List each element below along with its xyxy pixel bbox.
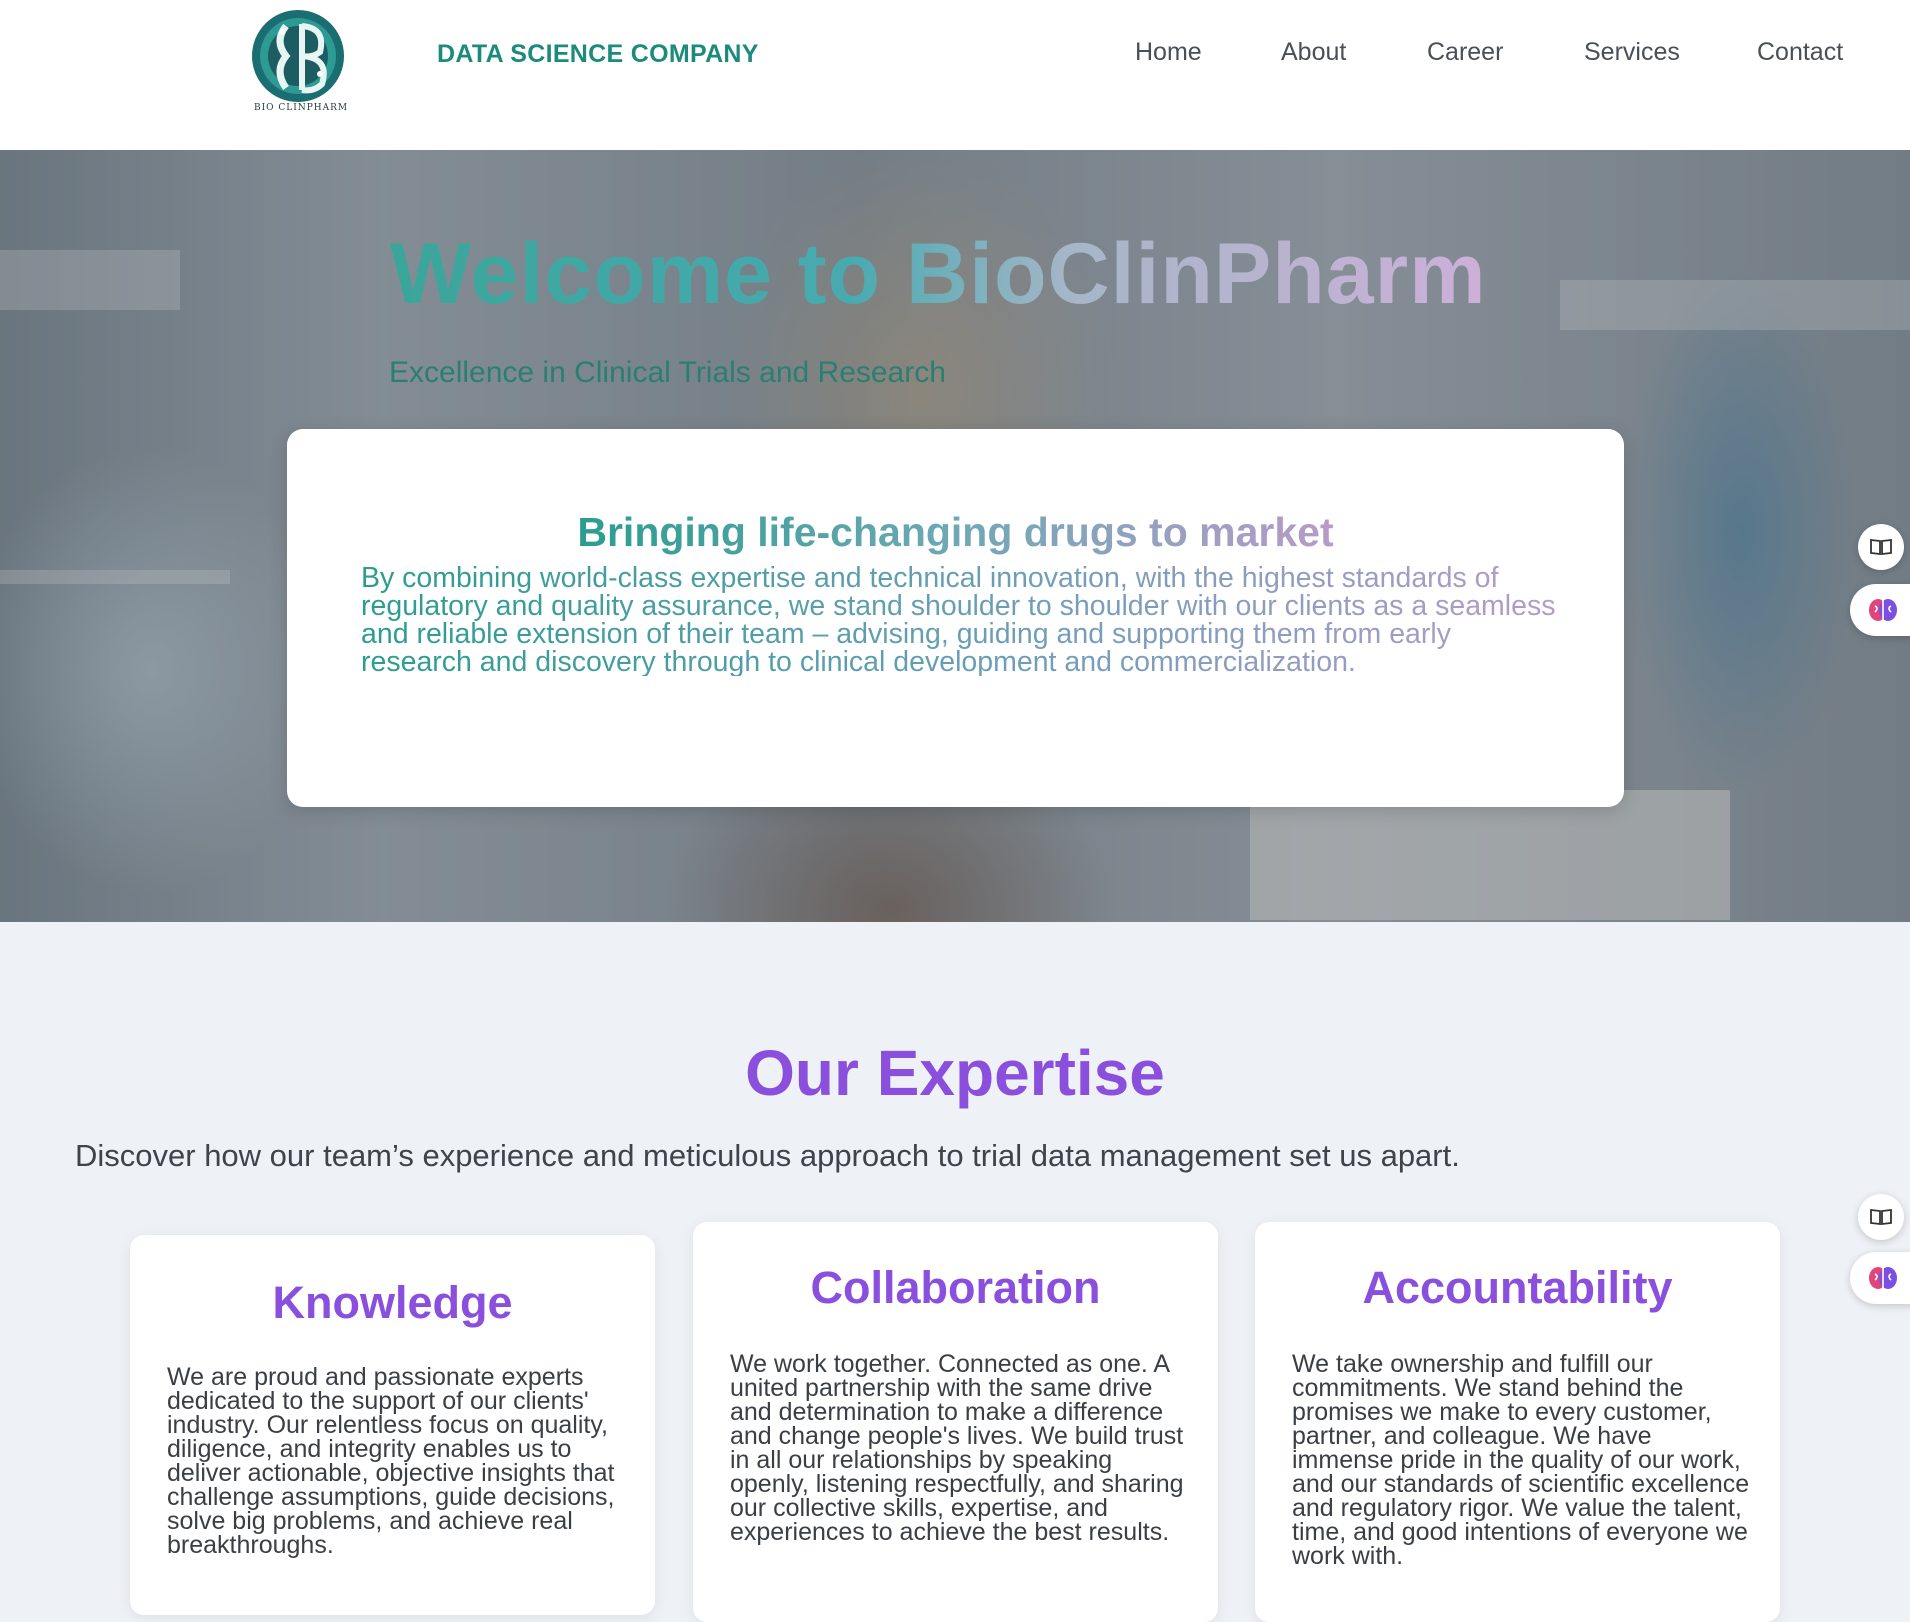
card-text: We work together. Connected as one. A un… xyxy=(730,1350,1184,1546)
book-icon xyxy=(1870,1208,1892,1226)
brain-icon xyxy=(1869,599,1897,621)
hero-title: Welcome to BioClinPharm xyxy=(390,226,1487,322)
nav-about[interactable]: About xyxy=(1281,38,1346,67)
company-name: DATA SCIENCE COMPANY xyxy=(437,40,759,68)
brain-icon xyxy=(1869,1267,1897,1289)
company-logo[interactable]: BIO CLINPHARM xyxy=(246,6,356,116)
expertise-card-accountability: Accountability We take ownership and ful… xyxy=(1255,1222,1780,1622)
card-text: We take ownership and fulfill our commit… xyxy=(1292,1350,1750,1570)
ai-assistant-button[interactable] xyxy=(1850,584,1910,636)
expertise-card-knowledge: Knowledge We are proud and passionate ex… xyxy=(130,1235,655,1615)
mission-card: Bringing life-changing drugs to market B… xyxy=(287,429,1624,807)
reader-widget-button[interactable] xyxy=(1858,1194,1904,1240)
expertise-card-collaboration: Collaboration We work together. Connecte… xyxy=(693,1222,1218,1622)
nav-services[interactable]: Services xyxy=(1584,38,1680,67)
reader-widget-button[interactable] xyxy=(1858,524,1904,570)
nav-home[interactable]: Home xyxy=(1135,38,1202,67)
book-icon xyxy=(1870,538,1892,556)
mission-body: By combining world-class expertise and t… xyxy=(361,564,1561,677)
card-title: Collaboration xyxy=(810,1262,1101,1313)
expertise-section: Our Expertise Discover how our team’s ex… xyxy=(0,922,1910,1622)
card-title: Accountability xyxy=(1362,1262,1673,1313)
expertise-title: Our Expertise xyxy=(745,1037,1165,1109)
expertise-description: Discover how our team’s experience and m… xyxy=(75,1138,1460,1173)
hero-subtitle: Excellence in Clinical Trials and Resear… xyxy=(389,356,946,389)
card-text: We are proud and passionate experts dedi… xyxy=(167,1363,615,1559)
ai-assistant-button[interactable] xyxy=(1850,1252,1910,1304)
card-title: Knowledge xyxy=(272,1277,513,1328)
nav-career[interactable]: Career xyxy=(1427,38,1503,67)
mission-heading: Bringing life-changing drugs to market xyxy=(287,509,1624,556)
logo-wordmark: BIO CLINPHARM xyxy=(254,103,348,113)
mission-heading-text: Bringing life-changing drugs to market xyxy=(577,509,1334,555)
nav-contact[interactable]: Contact xyxy=(1757,38,1843,67)
site-header: BIO CLINPHARM DATA SCIENCE COMPANY Home … xyxy=(0,0,1910,150)
